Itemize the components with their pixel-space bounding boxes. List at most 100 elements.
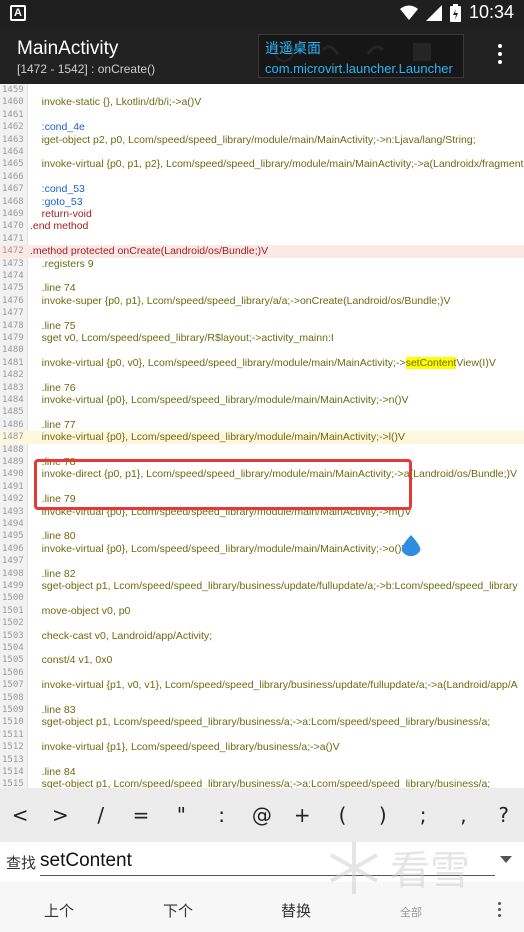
line-number: 1464	[2, 147, 24, 157]
line-text: .line 74	[30, 282, 76, 295]
replace-button[interactable]: 替换	[281, 900, 311, 921]
code-line[interactable]: 1488	[0, 444, 524, 456]
line-number: 1513	[2, 754, 24, 765]
code-line[interactable]: 1468 :goto_53	[0, 196, 524, 208]
code-line[interactable]: 1474	[0, 270, 524, 282]
code-line[interactable]: 1505 const/4 v1, 0x0	[0, 654, 524, 666]
code-line[interactable]: 1484 invoke-virtual {p0}, Lcom/speed/spe…	[0, 394, 524, 406]
prev-button[interactable]: 上个	[44, 900, 74, 921]
code-line[interactable]: 1483 .line 76	[0, 382, 524, 394]
symbol-key[interactable]: @	[247, 803, 277, 827]
code-line[interactable]: 1464	[0, 146, 524, 158]
line-text: return-void	[30, 208, 92, 220]
line-text: .line 84	[30, 766, 76, 778]
symbol-key[interactable]: "	[166, 803, 196, 827]
line-text: .line 75	[30, 319, 76, 332]
line-text: .line 77	[30, 418, 76, 431]
code-line[interactable]: 1467 :cond_53	[0, 183, 524, 195]
line-text: .end method	[30, 220, 89, 233]
code-line[interactable]: 1475 .line 74	[0, 282, 524, 294]
next-button[interactable]: 下个	[163, 900, 193, 921]
symbol-key[interactable]: =	[126, 803, 156, 827]
code-line[interactable]: 1465 invoke-virtual {p0, p1, p2}, Lcom/s…	[0, 158, 524, 170]
code-line[interactable]: 1507 invoke-virtual {p1, v0, v1}, Lcom/s…	[0, 679, 524, 691]
code-line[interactable]: 1495 .line 80	[0, 530, 524, 542]
code-line[interactable]: 1501 move-object v0, p0	[0, 605, 524, 617]
code-line[interactable]: 1509 .line 83	[0, 704, 524, 716]
overflow-menu-icon[interactable]	[494, 42, 506, 68]
code-line[interactable]: 1480	[0, 344, 524, 356]
code-line[interactable]: 1485	[0, 406, 524, 418]
line-number: 1486	[2, 419, 24, 430]
line-text: sget-object p1, Lcom/speed/speed_library…	[30, 778, 491, 788]
code-line[interactable]: 1466	[0, 171, 524, 183]
code-line[interactable]: 1478 .line 75	[0, 320, 524, 332]
code-line[interactable]: 1497	[0, 555, 524, 567]
method-range: [1472 - 1542] : onCreate()	[17, 62, 156, 76]
symbol-key[interactable]: <	[5, 803, 35, 827]
code-line[interactable]: 1470 .end method	[0, 220, 524, 232]
code-line[interactable]: 1476 invoke-super {p0, p1}, Lcom/speed/s…	[0, 295, 524, 307]
code-line[interactable]: 1513	[0, 754, 524, 766]
line-number: 1496	[2, 543, 24, 554]
line-number: 1468	[2, 196, 24, 207]
code-line[interactable]: 1459	[0, 84, 524, 96]
search-history-dropdown-icon[interactable]	[500, 856, 512, 863]
code-line[interactable]: 1479 sget v0, Lcom/speed/speed_library/R…	[0, 332, 524, 344]
code-line[interactable]: 1461	[0, 109, 524, 121]
symbol-key[interactable]: >	[45, 803, 75, 827]
code-line[interactable]: 1496 invoke-virtual {p0}, Lcom/speed/spe…	[0, 543, 524, 555]
code-line[interactable]: 1512 invoke-virtual {p1}, Lcom/speed/spe…	[0, 741, 524, 753]
code-line[interactable]: 1504	[0, 642, 524, 654]
line-number: 1472	[2, 246, 24, 257]
code-line[interactable]: 1487 invoke-virtual {p0}, Lcom/speed/spe…	[0, 431, 524, 444]
code-line[interactable]: 1514 .line 84	[0, 766, 524, 778]
code-line[interactable]: 1503 check-cast v0, Landroid/app/Activit…	[0, 630, 524, 642]
code-line[interactable]: 1498 .line 82	[0, 568, 524, 580]
line-number: 1497	[2, 556, 24, 567]
code-line[interactable]: 1463 iget-object p2, p0, Lcom/speed/spee…	[0, 134, 524, 146]
code-line[interactable]: 1510 sget-object p1, Lcom/speed/speed_li…	[0, 716, 524, 728]
line-number: 1466	[2, 171, 24, 182]
code-line[interactable]: 1471	[0, 233, 524, 245]
line-number: 1480	[2, 345, 24, 356]
code-line[interactable]: 1500	[0, 592, 524, 604]
code-line[interactable]: 1469 return-void	[0, 208, 524, 220]
code-line[interactable]: 1482	[0, 369, 524, 381]
code-line[interactable]: 1499 sget-object p1, Lcom/speed/speed_li…	[0, 580, 524, 592]
code-line[interactable]: 1486 .line 77	[0, 419, 524, 431]
symbol-key[interactable]: ;	[408, 803, 438, 827]
line-text: invoke-virtual {p1}, Lcom/speed/speed_li…	[30, 741, 340, 754]
code-line[interactable]: 1481 invoke-virtual {p0, v0}, Lcom/speed…	[0, 356, 524, 369]
code-line[interactable]: 1477	[0, 307, 524, 319]
line-number: 1500	[2, 593, 24, 604]
clock: 10:34	[468, 2, 514, 22]
code-editor[interactable]: 1459 1460 invoke-static {}, Lkotlin/d/b/i…	[0, 84, 524, 788]
line-number: 1503	[2, 630, 24, 641]
code-line[interactable]: 1462 :cond_4e	[0, 121, 524, 133]
code-line[interactable]: 1515 sget-object p1, Lcom/speed/speed_li…	[0, 778, 524, 788]
symbol-key[interactable]: ?	[489, 803, 519, 827]
code-line[interactable]: 1502	[0, 617, 524, 629]
code-line[interactable]: 1508	[0, 692, 524, 704]
line-text: .line 80	[30, 530, 76, 543]
line-number: 1495	[2, 531, 24, 542]
line-text: invoke-super {p0, p1}, Lcom/speed/speed_…	[30, 294, 451, 307]
code-line[interactable]: 1511	[0, 729, 524, 741]
code-line[interactable]: 1472 .method protected onCreate(Landroid/…	[0, 245, 524, 258]
code-line[interactable]: 1494	[0, 518, 524, 530]
code-line[interactable]: 1473 .registers 9	[0, 258, 524, 270]
symbol-key[interactable]: :	[207, 803, 237, 827]
page-title: MainActivity	[17, 38, 119, 59]
line-number: 1511	[2, 729, 24, 740]
code-line[interactable]: 1460 invoke-static {}, Lkotlin/d/b/i;->a…	[0, 96, 524, 108]
symbol-key[interactable]: /	[86, 803, 116, 827]
more-options-icon[interactable]	[498, 902, 502, 918]
symbol-key[interactable]: ,	[448, 803, 478, 827]
symbol-key[interactable]: +	[287, 803, 317, 827]
text-cursor-handle-icon[interactable]	[400, 535, 422, 559]
symbol-key[interactable]: (	[328, 803, 358, 827]
symbol-key[interactable]: )	[368, 803, 398, 827]
line-text: .line 83	[30, 704, 76, 716]
code-line[interactable]: 1506	[0, 667, 524, 679]
